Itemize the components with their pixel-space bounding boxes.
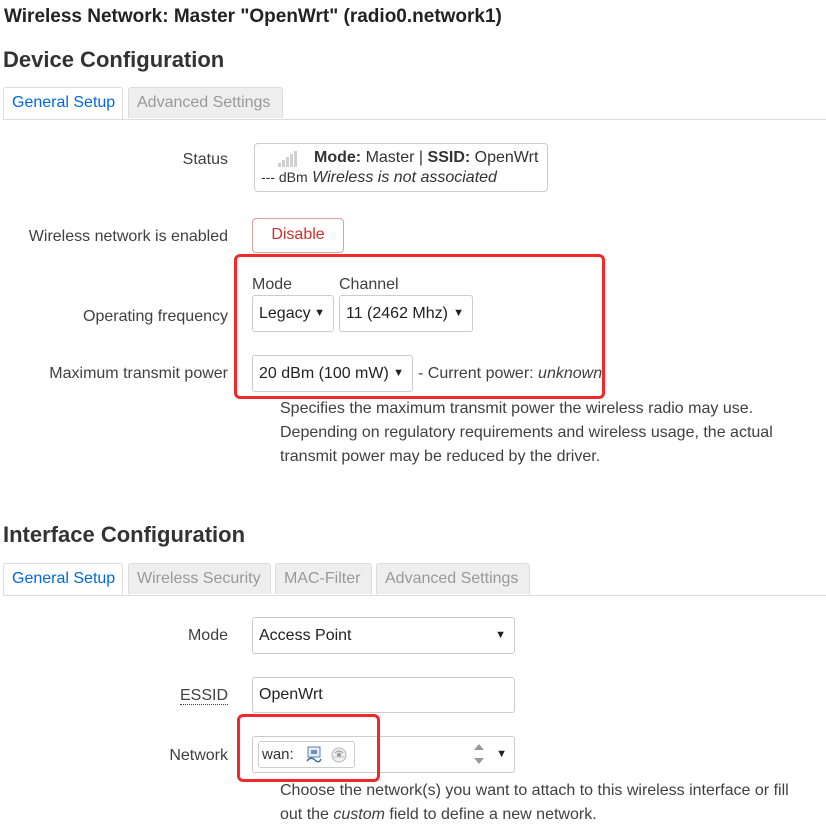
tab-wireless-security[interactable]: Wireless Security [128, 563, 271, 594]
tab-general-setup-iface[interactable]: General Setup [3, 563, 123, 595]
tab-advanced-settings[interactable]: Advanced Settings [128, 87, 283, 118]
iface-mode-select[interactable]: Access Point ▼ [252, 617, 515, 654]
status-ssid-key: SSID: [427, 149, 471, 166]
device-config-tabs: General Setup Advanced Settings [3, 87, 826, 120]
network-label: Network [169, 747, 228, 764]
status-association: Wireless is not associated [312, 169, 497, 186]
interface-config-tabs: General Setup Wireless Security MAC-Filt… [3, 563, 826, 596]
network-help: Choose the network(s) you want to attach… [280, 779, 810, 827]
status-box: Mode: Master | SSID: OpenWrt --- dBm Wir… [254, 143, 548, 192]
spinner-up-icon [474, 744, 484, 750]
status-signal-line: --- dBm Wireless is not associated [261, 169, 497, 187]
txpower-label: Maximum transmit power [49, 365, 228, 382]
network-help-custom: custom [333, 806, 385, 823]
device-config-heading: Device Configuration [3, 47, 225, 72]
status-signal: --- dBm [261, 169, 308, 185]
page-title: Wireless Network: Master "OpenWrt" (radi… [4, 6, 502, 27]
txpower-help: Specifies the maximum transmit power the… [280, 400, 773, 465]
status-mode-key: Mode: [314, 149, 362, 166]
essid-input[interactable]: OpenWrt [252, 677, 515, 713]
disable-button[interactable]: Disable [252, 218, 344, 253]
frequency-label: Operating frequency [83, 308, 228, 325]
chevron-down-icon: ▼ [496, 748, 507, 760]
status-mode-value: Master [365, 149, 415, 166]
status-ssid-value: OpenWrt [474, 149, 539, 166]
status-label: Status [182, 151, 228, 168]
essid-label-text: ESSID [179, 687, 228, 705]
enabled-label: Wireless network is enabled [28, 228, 228, 245]
highlight-box-network [237, 714, 380, 782]
iface-mode-label: Mode [187, 627, 228, 644]
network-spinner[interactable] [472, 741, 486, 769]
highlight-box-device [234, 254, 605, 399]
essid-label: ESSID [179, 687, 228, 705]
status-separator: | [418, 149, 424, 166]
interface-config-heading: Interface Configuration [3, 522, 246, 547]
tab-advanced-settings-iface[interactable]: Advanced Settings [376, 563, 530, 594]
chevron-down-icon: ▼ [495, 629, 506, 641]
spinner-down-icon [474, 758, 484, 764]
iface-mode-value: Access Point [259, 627, 352, 644]
tab-mac-filter[interactable]: MAC-Filter [275, 563, 372, 594]
status-mode-ssid: Mode: Master | SSID: OpenWrt [314, 149, 538, 167]
tab-general-setup[interactable]: General Setup [3, 87, 123, 119]
signal-bars-icon [278, 151, 298, 167]
network-help-after: field to define a new network. [384, 806, 597, 823]
